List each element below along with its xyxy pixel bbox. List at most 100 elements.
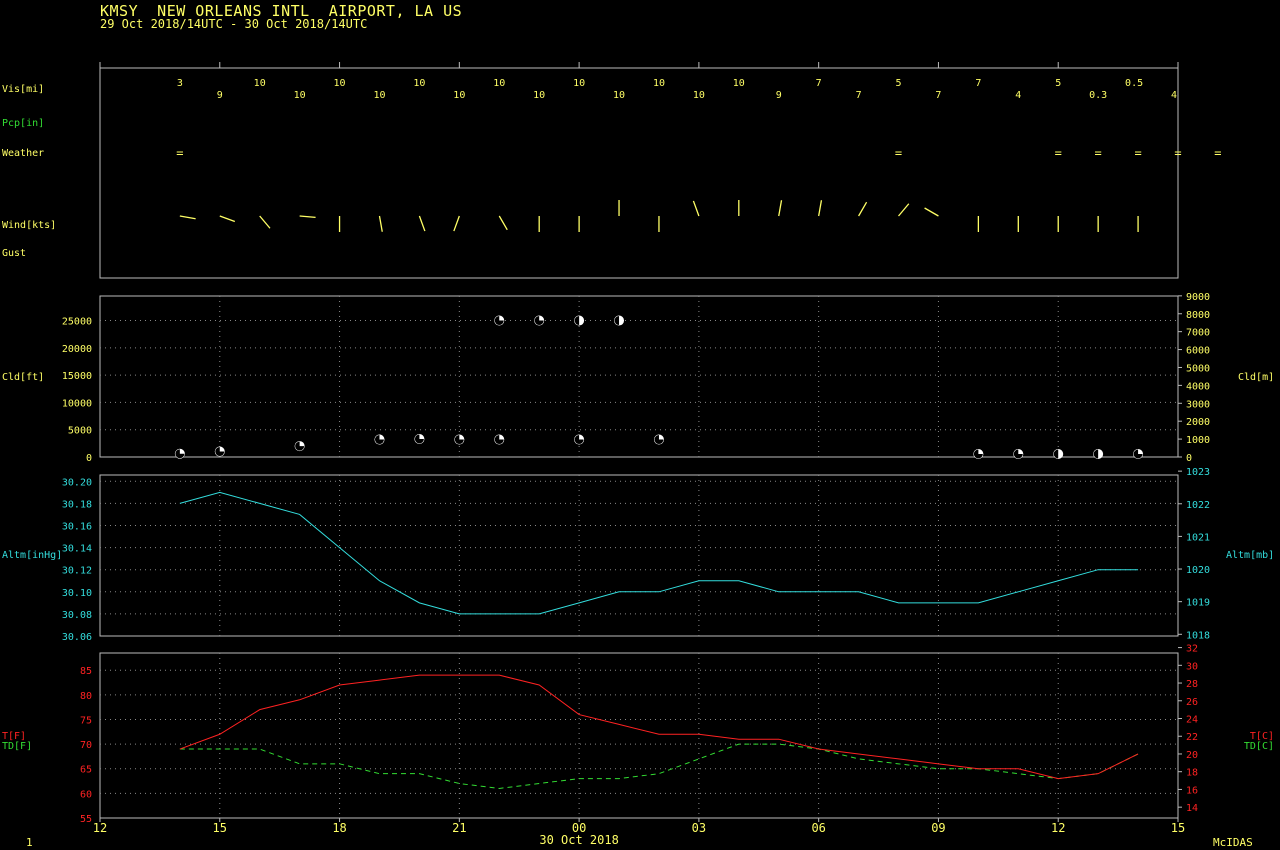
- wind-barb: [378, 215, 383, 232]
- altm-mb-tick-label: 1020: [1186, 565, 1210, 576]
- cloud-m-tick-label: 1000: [1186, 435, 1210, 446]
- altm-inhg-tick-label: 30.14: [62, 544, 92, 555]
- dewpoint-line: [179, 743, 1139, 789]
- altm-inhg-tick-label: 30.08: [62, 610, 92, 621]
- temp-c-tick-label: 18: [1186, 768, 1198, 779]
- visibility-value: 4: [1015, 90, 1021, 101]
- temp-c-tick-label: 32: [1186, 644, 1198, 655]
- wind-barb: [453, 215, 460, 232]
- visibility-value: 5: [1055, 78, 1061, 89]
- cloud-ft-tick-label: 15000: [62, 371, 92, 382]
- visibility-value: 10: [613, 90, 625, 101]
- temp-c-tick-label: 24: [1186, 715, 1198, 726]
- software-label: McIDAS: [1213, 836, 1253, 849]
- visibility-value: 10: [653, 78, 665, 89]
- wind-barb: [219, 215, 236, 223]
- altimeter-line: [179, 491, 1139, 615]
- panel-frame-al: [99, 474, 1179, 637]
- temp-f-tick-label: 70: [80, 740, 92, 751]
- visibility-value: 0.5: [1125, 78, 1143, 89]
- cloud-ft-tick-label: 0: [86, 453, 92, 464]
- wind-barb: [924, 207, 939, 217]
- temp-c-tick-label: 14: [1186, 803, 1198, 814]
- temp-c-tick-label: 28: [1186, 679, 1198, 690]
- wind-barb: [898, 203, 910, 217]
- cloud-ylabel-right: Cld[m]: [1238, 372, 1274, 383]
- visibility-value: 10: [334, 78, 346, 89]
- altm-mb-tick-label: 1023: [1186, 467, 1210, 478]
- meteogram-chart: 12 15 18 21 00 03 06 09 12 1530 Oct 2018Vis[mi]Pc…: [2, 62, 1274, 847]
- weather-fog-symbol: =: [1174, 146, 1181, 160]
- visibility-value: 10: [373, 90, 385, 101]
- cloud-ft-tick-label: 20000: [62, 344, 92, 355]
- altm-mb-tick-label: 1022: [1186, 500, 1210, 511]
- temp-f-tick-label: 75: [80, 715, 92, 726]
- visibility-value: 10: [573, 78, 585, 89]
- weather-fog-symbol: =: [1055, 146, 1062, 160]
- altm-mb-tick-label: 1019: [1186, 598, 1210, 609]
- wind-barb: [498, 215, 508, 231]
- temp-f-tick-label: 55: [80, 814, 92, 825]
- temp-f-tick-label: 80: [80, 691, 92, 702]
- row-label-vis: Vis[mi]: [2, 84, 44, 95]
- visibility-value: 7: [816, 78, 822, 89]
- x-tick-label: 12: [93, 821, 107, 835]
- cloud-m-tick-label: 9000: [1186, 292, 1210, 303]
- dewpoint-ylabel-right: TD[C]: [1244, 741, 1274, 752]
- altm-inhg-tick-label: 30.12: [62, 566, 92, 577]
- visibility-value: 0.3: [1089, 90, 1107, 101]
- dewpoint-ylabel-left: TD[F]: [2, 741, 32, 752]
- altm-inhg-tick-label: 30.20: [62, 477, 92, 488]
- row-label-weather: Weather: [2, 148, 44, 159]
- panel-frame-tp: [99, 652, 1179, 819]
- x-tick-label: 03: [692, 821, 706, 835]
- wind-barb: [179, 215, 196, 220]
- cloud-m-tick-label: 3000: [1186, 399, 1210, 410]
- cloud-m-tick-label: 7000: [1186, 328, 1210, 339]
- temperature-line: [179, 674, 1139, 780]
- wind-barb: [259, 215, 271, 229]
- visibility-value: 9: [217, 90, 223, 101]
- cloud-ft-tick-label: 10000: [62, 398, 92, 409]
- visibility-value: 4: [1171, 90, 1177, 101]
- cloud-m-tick-label: 8000: [1186, 310, 1210, 321]
- row-label-wind: Wind[kts]: [2, 220, 56, 231]
- visibility-value: 7: [975, 78, 981, 89]
- temp-c-tick-label: 26: [1186, 697, 1198, 708]
- temp-c-tick-label: 20: [1186, 750, 1198, 761]
- cloud-m-tick-label: 0: [1186, 453, 1192, 464]
- cloud-ft-tick-label: 5000: [68, 426, 92, 437]
- altm-mb-tick-label: 1018: [1186, 630, 1210, 641]
- x-tick-label: 21: [452, 821, 466, 835]
- cloud-ylabel-left: Cld[ft]: [2, 372, 44, 383]
- temp-c-tick-label: 30: [1186, 661, 1198, 672]
- weather-fog-symbol: =: [895, 146, 902, 160]
- visibility-value: 7: [935, 90, 941, 101]
- visibility-value: 10: [533, 90, 545, 101]
- cloud-m-tick-label: 2000: [1186, 417, 1210, 428]
- temp-f-tick-label: 85: [80, 666, 92, 677]
- visibility-value: 10: [733, 78, 745, 89]
- panel-frame-cl: [99, 295, 1179, 458]
- visibility-value: 3: [177, 78, 183, 89]
- altm-inhg-tick-label: 30.06: [62, 632, 92, 643]
- weather-fog-symbol: =: [1095, 146, 1102, 160]
- weather-fog-symbol: =: [1214, 146, 1221, 160]
- cloud-m-tick-label: 6000: [1186, 346, 1210, 357]
- x-tick-label: 18: [332, 821, 346, 835]
- altm-inhg-tick-label: 30.18: [62, 499, 92, 510]
- visibility-value: 10: [693, 90, 705, 101]
- row-label-pcp: Pcp[in]: [2, 118, 44, 129]
- visibility-value: 10: [493, 78, 505, 89]
- wind-barb: [858, 201, 868, 217]
- altm-ylabel-right: Altm[mb]: [1226, 550, 1274, 561]
- x-tick-label: 12: [1051, 821, 1065, 835]
- altm-inhg-tick-label: 30.10: [62, 588, 92, 599]
- weather-fog-symbol: =: [176, 146, 183, 160]
- cloud-m-tick-label: 4000: [1186, 381, 1210, 392]
- visibility-value: 10: [254, 78, 266, 89]
- wind-barb: [418, 215, 426, 232]
- wind-barb: [778, 200, 783, 217]
- weather-fog-symbol: =: [1134, 146, 1141, 160]
- altm-inhg-tick-label: 30.16: [62, 521, 92, 532]
